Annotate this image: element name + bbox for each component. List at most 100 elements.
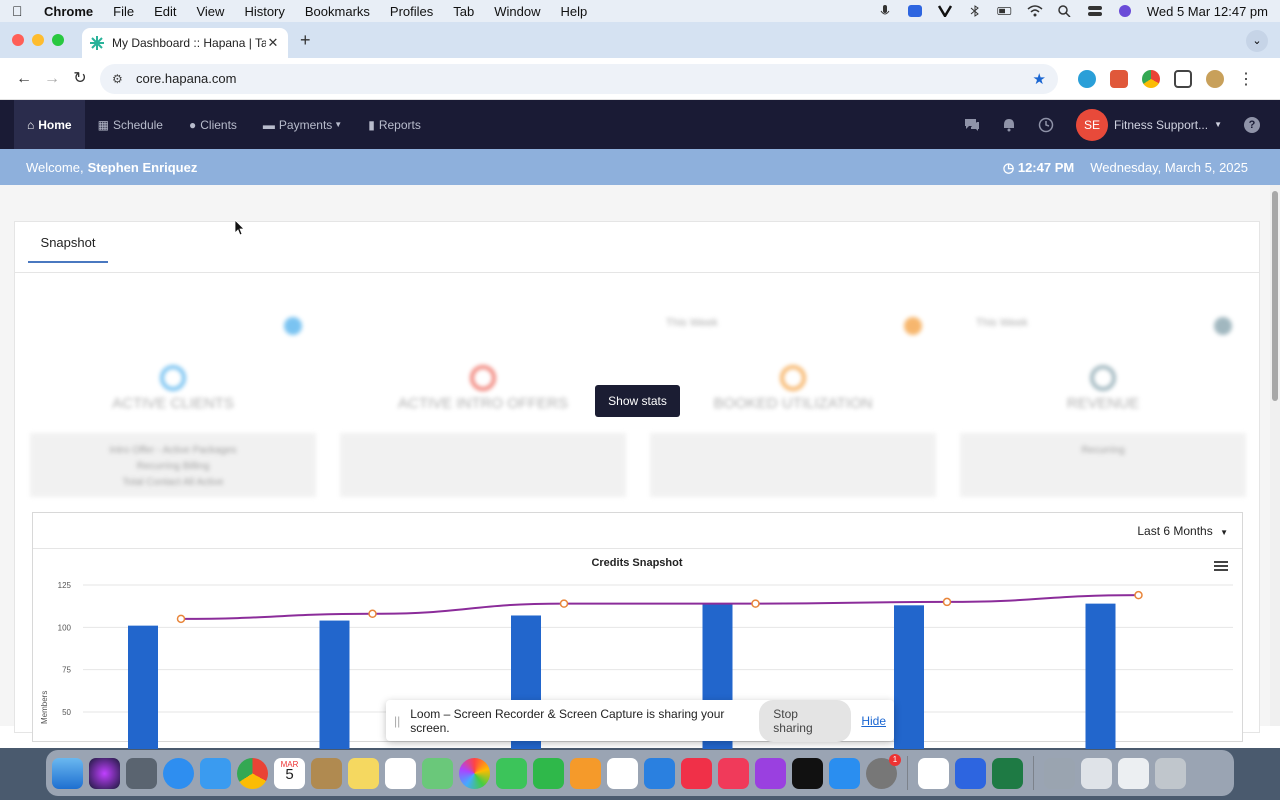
siri-icon[interactable] [1117, 5, 1133, 17]
spotlight-icon[interactable] [1057, 5, 1073, 17]
pages-icon[interactable] [570, 757, 601, 789]
new-tab-icon[interactable]: + [300, 30, 311, 51]
menu-history[interactable]: History [244, 4, 284, 19]
mail-icon[interactable] [200, 757, 231, 789]
line-point[interactable] [942, 597, 952, 607]
document-stack-icon[interactable] [1081, 757, 1112, 789]
stat-card-active-intro-offers[interactable]: ACTIVE INTRO OFFERS [340, 301, 626, 497]
keynote-icon[interactable] [644, 757, 675, 789]
minimize-window-button[interactable] [32, 34, 44, 46]
microphone-icon[interactable] [877, 5, 893, 17]
stat-card-revenue[interactable]: This Week REVENUE Recurring [960, 301, 1246, 497]
news-icon[interactable] [681, 757, 712, 789]
reminders-icon[interactable] [385, 757, 416, 789]
launchpad-icon[interactable] [126, 757, 157, 789]
vimeo-icon[interactable] [937, 5, 953, 17]
contacts-icon[interactable] [311, 757, 342, 789]
safari-icon[interactable] [163, 757, 194, 789]
nav-clients[interactable]: ● Clients [176, 100, 250, 149]
stat-card-booked-utilization[interactable]: This Week BOOKED UTILIZATION [650, 301, 936, 497]
apple-icon[interactable]:  [12, 4, 26, 18]
tab-snapshot[interactable]: Snapshot [28, 222, 108, 263]
bar-mark[interactable] [1085, 603, 1116, 749]
menu-tab[interactable]: Tab [453, 4, 474, 19]
trash-icon[interactable] [1155, 757, 1186, 789]
drag-handle-icon[interactable]: || [394, 714, 400, 728]
menu-app-name[interactable]: Chrome [44, 4, 93, 19]
menu-clock[interactable]: Wed 5 Mar 12:47 pm [1147, 4, 1268, 19]
bluetooth-icon[interactable] [967, 5, 983, 17]
close-tab-icon[interactable]: ✕ [266, 35, 280, 51]
wifi-icon[interactable] [1027, 5, 1043, 17]
music-icon[interactable] [718, 757, 749, 789]
nav-reports[interactable]: ▮ Reports [355, 100, 434, 149]
stat-card-active-clients[interactable]: ACTIVE CLIENTS Intro Offer - Active Pack… [30, 301, 316, 497]
browser-tab-active[interactable]: My Dashboard :: Hapana | Tak ✕ [82, 28, 288, 58]
history-clock-icon[interactable] [1038, 117, 1054, 133]
site-info-icon[interactable]: ⚙ [112, 72, 126, 86]
extension-icon-3[interactable] [1142, 69, 1160, 88]
facetime-icon[interactable] [533, 757, 564, 789]
forward-icon[interactable]: → [38, 65, 66, 93]
app-store-icon[interactable] [829, 757, 860, 789]
notes-icon[interactable] [348, 757, 379, 789]
apple-tv-icon[interactable] [792, 757, 823, 789]
menu-view[interactable]: View [196, 4, 224, 19]
siri-dock-icon[interactable] [89, 757, 120, 789]
excel-icon[interactable] [992, 757, 1023, 789]
menu-bookmarks[interactable]: Bookmarks [305, 4, 370, 19]
calendar-dock-icon[interactable]: MAR 5 [274, 757, 305, 789]
bar-mark[interactable] [894, 605, 924, 749]
zoom-window-button[interactable] [52, 34, 64, 46]
hide-link[interactable]: Hide [861, 714, 886, 728]
back-icon[interactable]: ← [10, 65, 38, 93]
nav-home[interactable]: ⌂ Home [14, 100, 85, 149]
nav-schedule[interactable]: ▦ Schedule [85, 100, 176, 149]
messages-icon[interactable] [496, 757, 527, 789]
account-dropdown[interactable]: Fitness Support... ▼ [1114, 118, 1222, 132]
line-point[interactable] [1134, 590, 1143, 600]
downloads-stack-icon[interactable] [1044, 757, 1075, 789]
zoom-status-icon[interactable] [907, 5, 923, 17]
bar-mark[interactable] [128, 625, 158, 749]
close-window-button[interactable] [12, 34, 24, 46]
finder-icon[interactable] [52, 757, 83, 789]
extensions-puzzle-icon[interactable] [1174, 69, 1192, 88]
menu-profiles[interactable]: Profiles [390, 4, 433, 19]
extension-icon-1[interactable] [1078, 69, 1096, 88]
podcasts-icon[interactable] [755, 757, 786, 789]
extension-icon-2[interactable] [1110, 69, 1128, 88]
address-bar[interactable]: ⚙ core.hapana.com ★ [100, 63, 1058, 94]
menu-edit[interactable]: Edit [154, 4, 176, 19]
profile-avatar-icon[interactable] [1206, 69, 1224, 88]
menu-file[interactable]: File [113, 4, 134, 19]
battery-icon[interactable] [997, 5, 1013, 17]
menu-help[interactable]: Help [561, 4, 588, 19]
bell-icon[interactable] [1002, 118, 1016, 132]
line-point[interactable] [751, 599, 760, 608]
zoom-dock-icon[interactable] [955, 757, 986, 789]
reload-icon[interactable]: ↻ [66, 65, 94, 93]
photos-icon[interactable] [459, 757, 490, 789]
menu-window[interactable]: Window [494, 4, 540, 19]
avatar[interactable]: SE [1076, 108, 1109, 141]
line-point[interactable] [368, 609, 377, 619]
bar-mark[interactable] [319, 620, 350, 749]
chart-menu-icon[interactable] [1214, 561, 1228, 571]
line-point[interactable] [559, 599, 569, 608]
scrollbar-thumb[interactable] [1272, 191, 1278, 401]
numbers-icon[interactable] [607, 757, 638, 789]
bookmark-star-icon[interactable]: ★ [1033, 70, 1046, 88]
screenshot-stack-icon[interactable] [1118, 757, 1149, 789]
control-center-icon[interactable] [1087, 5, 1103, 17]
slack-icon[interactable] [918, 757, 949, 789]
chat-icon[interactable] [964, 118, 980, 132]
tab-search-chevron-icon[interactable]: ⌄ [1246, 30, 1268, 52]
system-settings-icon[interactable]: 1 [866, 753, 901, 789]
period-dropdown[interactable]: Last 6 Months ▼ [1137, 524, 1228, 538]
maps-icon[interactable] [422, 757, 453, 789]
chrome-dock-icon[interactable] [237, 757, 268, 789]
stop-sharing-button[interactable]: Stop sharing [759, 699, 852, 742]
page-scrollbar[interactable] [1270, 185, 1280, 726]
help-icon[interactable]: ? [1244, 116, 1260, 133]
